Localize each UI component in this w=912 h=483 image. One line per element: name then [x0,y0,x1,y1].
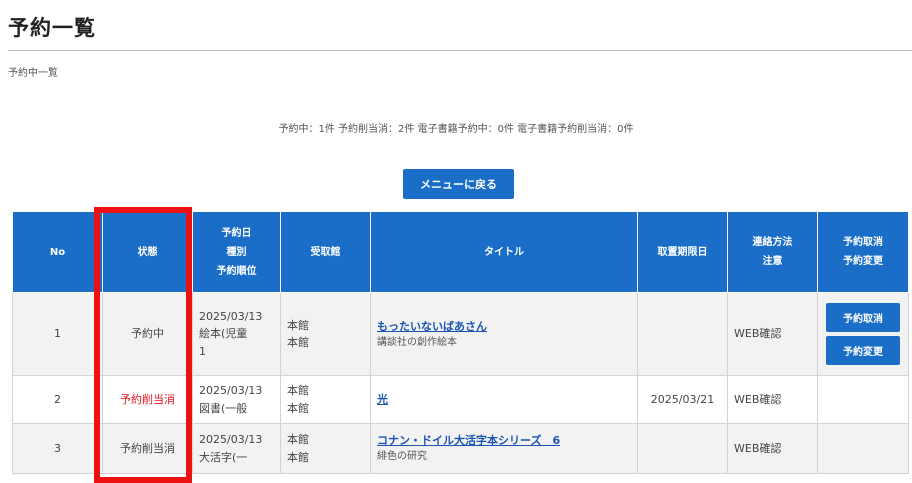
row-action-cell [817,423,909,474]
row-type: 絵本(児童 [199,327,248,341]
row-branch-1: 本館 [287,318,309,332]
row-deadline: 2025/03/21 [637,375,728,424]
row-action-cell: 予約取消 予約変更 [817,292,909,376]
row-type: 大活字(一 [199,450,248,464]
row-date: 2025/03/13 [199,384,263,398]
row-date: 2025/03/13 [199,433,263,447]
cancel-reservation-button[interactable]: 予約取消 [826,303,900,332]
row-title-link[interactable]: コナン・ドイル大活字本シリーズ 6 [377,434,560,447]
reservation-table: No 状態 予約日 種別 予約順位 受取館 タイトル 取置期限日 連絡方法 注意… [12,211,909,474]
header-date-line3: 予約順位 [216,265,257,277]
title-divider [8,50,912,51]
row-contact: WEB確認 [727,375,818,424]
table-row: 2 予約削当消 2025/03/13 図書(一般 本館 本館 光 2025/03… [12,375,909,424]
row-branch-1: 本館 [287,384,309,398]
row-date-cell: 2025/03/13 図書(一般 [192,375,281,424]
table-row: 3 予約削当消 2025/03/13 大活字(一 本館 本館 コナン・ドイル大活… [12,423,909,474]
change-reservation-button[interactable]: 予約変更 [826,336,900,365]
row-subtitle: 緋色の研究 [377,451,427,463]
header-action: 予約取消 予約変更 [817,211,909,293]
table-row: 1 予約中 2025/03/13 絵本(児童 1 本館 本館 もったいないばあさ… [12,292,909,376]
row-branch-cell: 本館 本館 [280,292,371,376]
row-subtitle: 講談社の創作絵本 [377,336,457,348]
row-date-cell: 2025/03/13 絵本(児童 1 [192,292,281,376]
row-no: 2 [12,375,103,424]
reservation-summary: 予約中：1件 予約削当消：2件 電子書籍予約中：0件 電子書籍予約削当消：0件 [278,124,634,135]
header-no: No [12,211,103,293]
header-contact-line1: 連絡方法 [752,237,793,248]
row-branch-2: 本館 [287,450,309,464]
row-title-cell: もったいないばあさん 講談社の創作絵本 [370,292,638,376]
row-branch-cell: 本館 本館 [280,423,371,474]
header-status: 状態 [102,211,193,293]
header-action-line1: 予約取消 [843,237,883,248]
section-subhead: 予約中一覧 [8,68,58,79]
header-date: 予約日 種別 予約順位 [192,211,281,293]
row-branch-2: 本館 [287,336,309,349]
row-date: 2025/03/13 [199,310,263,324]
row-title-cell: コナン・ドイル大活字本シリーズ 6 緋色の研究 [370,423,638,474]
row-contact: WEB確認 [727,423,818,474]
row-deadline [637,423,728,474]
row-branch-2: 本館 [287,401,309,415]
row-no: 1 [12,292,103,376]
header-title: タイトル [370,211,638,293]
back-to-menu-button[interactable]: メニューに戻る [403,169,514,199]
row-date-cell: 2025/03/13 大活字(一 [192,423,281,474]
header-contact-line2: 注意 [762,256,783,267]
header-date-line2: 種別 [226,246,247,258]
page-title: 予約一覧 [8,16,96,40]
row-type: 図書(一般 [199,401,248,415]
row-branch-cell: 本館 本館 [280,375,371,424]
row-title-link[interactable]: もったいないばあさん [377,320,487,333]
row-rank: 1 [199,344,206,358]
header-contact: 連絡方法 注意 [727,211,818,293]
row-branch-1: 本館 [287,433,309,447]
row-title-link[interactable]: 光 [377,393,388,406]
header-action-line2: 予約変更 [843,256,883,267]
row-status: 予約中 [102,292,193,376]
row-contact: WEB確認 [727,292,818,376]
header-branch: 受取館 [280,211,371,293]
row-action-cell [817,375,909,424]
header-deadline: 取置期限日 [637,211,728,293]
row-no: 3 [12,423,103,474]
row-title-cell: 光 [370,375,638,424]
header-date-line1: 予約日 [221,227,252,239]
table-header-row: No 状態 予約日 種別 予約順位 受取館 タイトル 取置期限日 連絡方法 注意… [12,211,909,293]
row-deadline [637,292,728,376]
row-status: 予約削当消 [102,375,193,424]
row-status: 予約削当消 [102,423,193,474]
